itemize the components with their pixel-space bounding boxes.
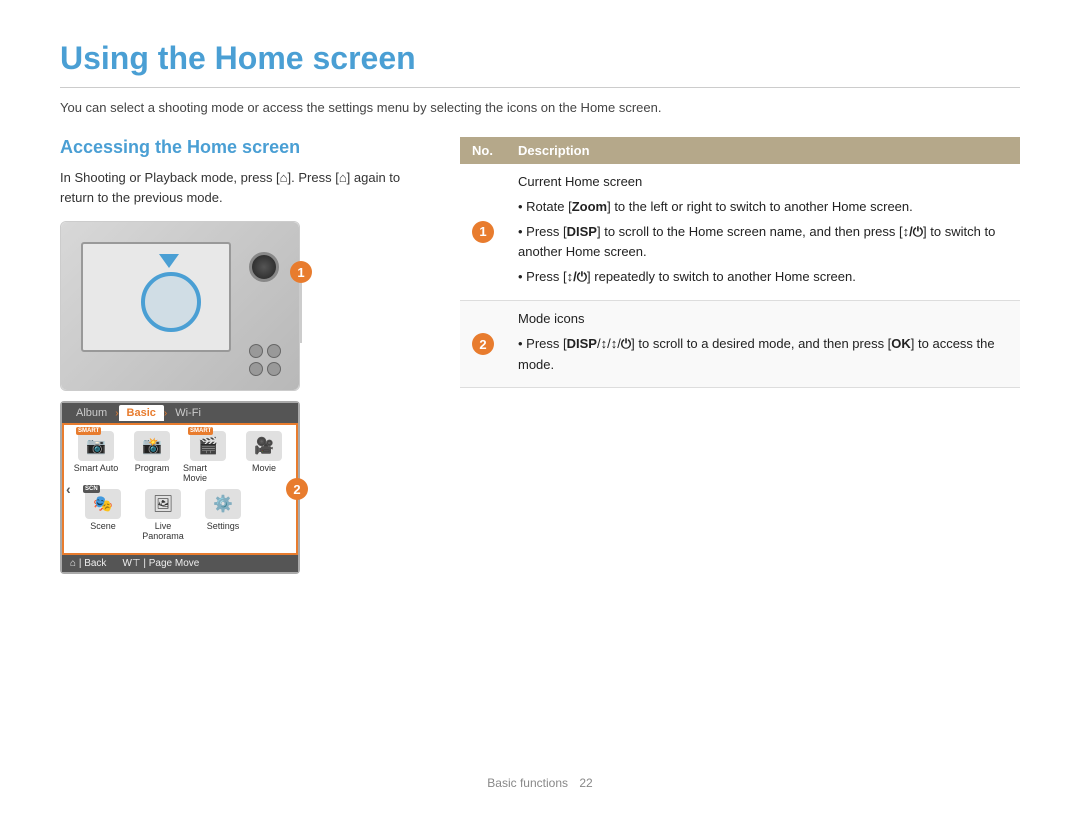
- section-title: Accessing the Home screen: [60, 137, 430, 158]
- home-screen-ui: Album › Basic › Wi-Fi ‹ SMART: [60, 401, 300, 574]
- page-subtitle: You can select a shooting mode or access…: [60, 100, 1020, 115]
- camera-image: [60, 221, 300, 391]
- nav-left-arrow: ‹: [66, 481, 71, 497]
- footer-back: ⌂ | Back: [70, 558, 106, 569]
- row1-num: 1: [460, 164, 506, 300]
- page-title: Using the Home screen: [60, 40, 1020, 88]
- row1-title: Current Home screen: [518, 172, 1008, 193]
- icon-live-panorama: 🖼 LivePanorama: [138, 489, 188, 541]
- row2-desc: Mode icons Press [DISP/↕/↕/⏻] to scroll …: [506, 300, 1020, 387]
- row1-bullets: Rotate [Zoom] to the left or right to sw…: [518, 197, 1008, 288]
- page-footer: Basic functions 22: [0, 776, 1080, 790]
- footer-page-move: W⊤ | Page Move: [122, 558, 199, 569]
- tab-wifi: Wi-Fi: [167, 405, 209, 421]
- footer-page: 22: [579, 776, 592, 790]
- icons-row-2: SCN 🎭 Scene 🖼 LivePanorama ⚙️: [68, 489, 292, 541]
- icon-smart-movie: SMART 🎬 Smart Movie: [183, 431, 233, 483]
- icons-row-1: SMART 📷 Smart Auto 📸 Program: [68, 431, 292, 483]
- icon-movie: 🎥 Movie: [239, 431, 289, 483]
- icon-smart-auto: SMART 📷 Smart Auto: [71, 431, 121, 483]
- icon-settings: ⚙️ Settings: [198, 489, 248, 541]
- badge-2: 2: [286, 478, 308, 500]
- section-desc: In Shooting or Playback mode, press [⌂].…: [60, 168, 430, 207]
- col-no: No.: [460, 137, 506, 164]
- tab-basic: Basic: [119, 405, 164, 421]
- icon-scene: SCN 🎭 Scene: [78, 489, 128, 541]
- row1-desc: Current Home screen Rotate [Zoom] to the…: [506, 164, 1020, 300]
- table-row: 2 Mode icons Press [DISP/↕/↕/⏻] to scrol…: [460, 300, 1020, 387]
- info-table: No. Description 1 Current Home screen Ro…: [460, 137, 1020, 388]
- home-screen-tabs: Album › Basic › Wi-Fi: [62, 403, 298, 423]
- row2-title: Mode icons: [518, 309, 1008, 330]
- footer-text: Basic functions: [487, 776, 568, 790]
- icons-area: ‹ SMART 📷 Smart Auto 📸: [62, 423, 298, 555]
- home-screen-footer: ⌂ | Back W⊤ | Page Move: [62, 555, 298, 572]
- tab-album: Album: [68, 405, 115, 421]
- icon-program: 📸 Program: [127, 431, 177, 483]
- table-row: 1 Current Home screen Rotate [Zoom] to t…: [460, 164, 1020, 300]
- badge-1: 1: [290, 261, 312, 283]
- row2-bullets: Press [DISP/↕/↕/⏻] to scroll to a desire…: [518, 334, 1008, 376]
- col-desc: Description: [506, 137, 1020, 164]
- row2-num: 2: [460, 300, 506, 387]
